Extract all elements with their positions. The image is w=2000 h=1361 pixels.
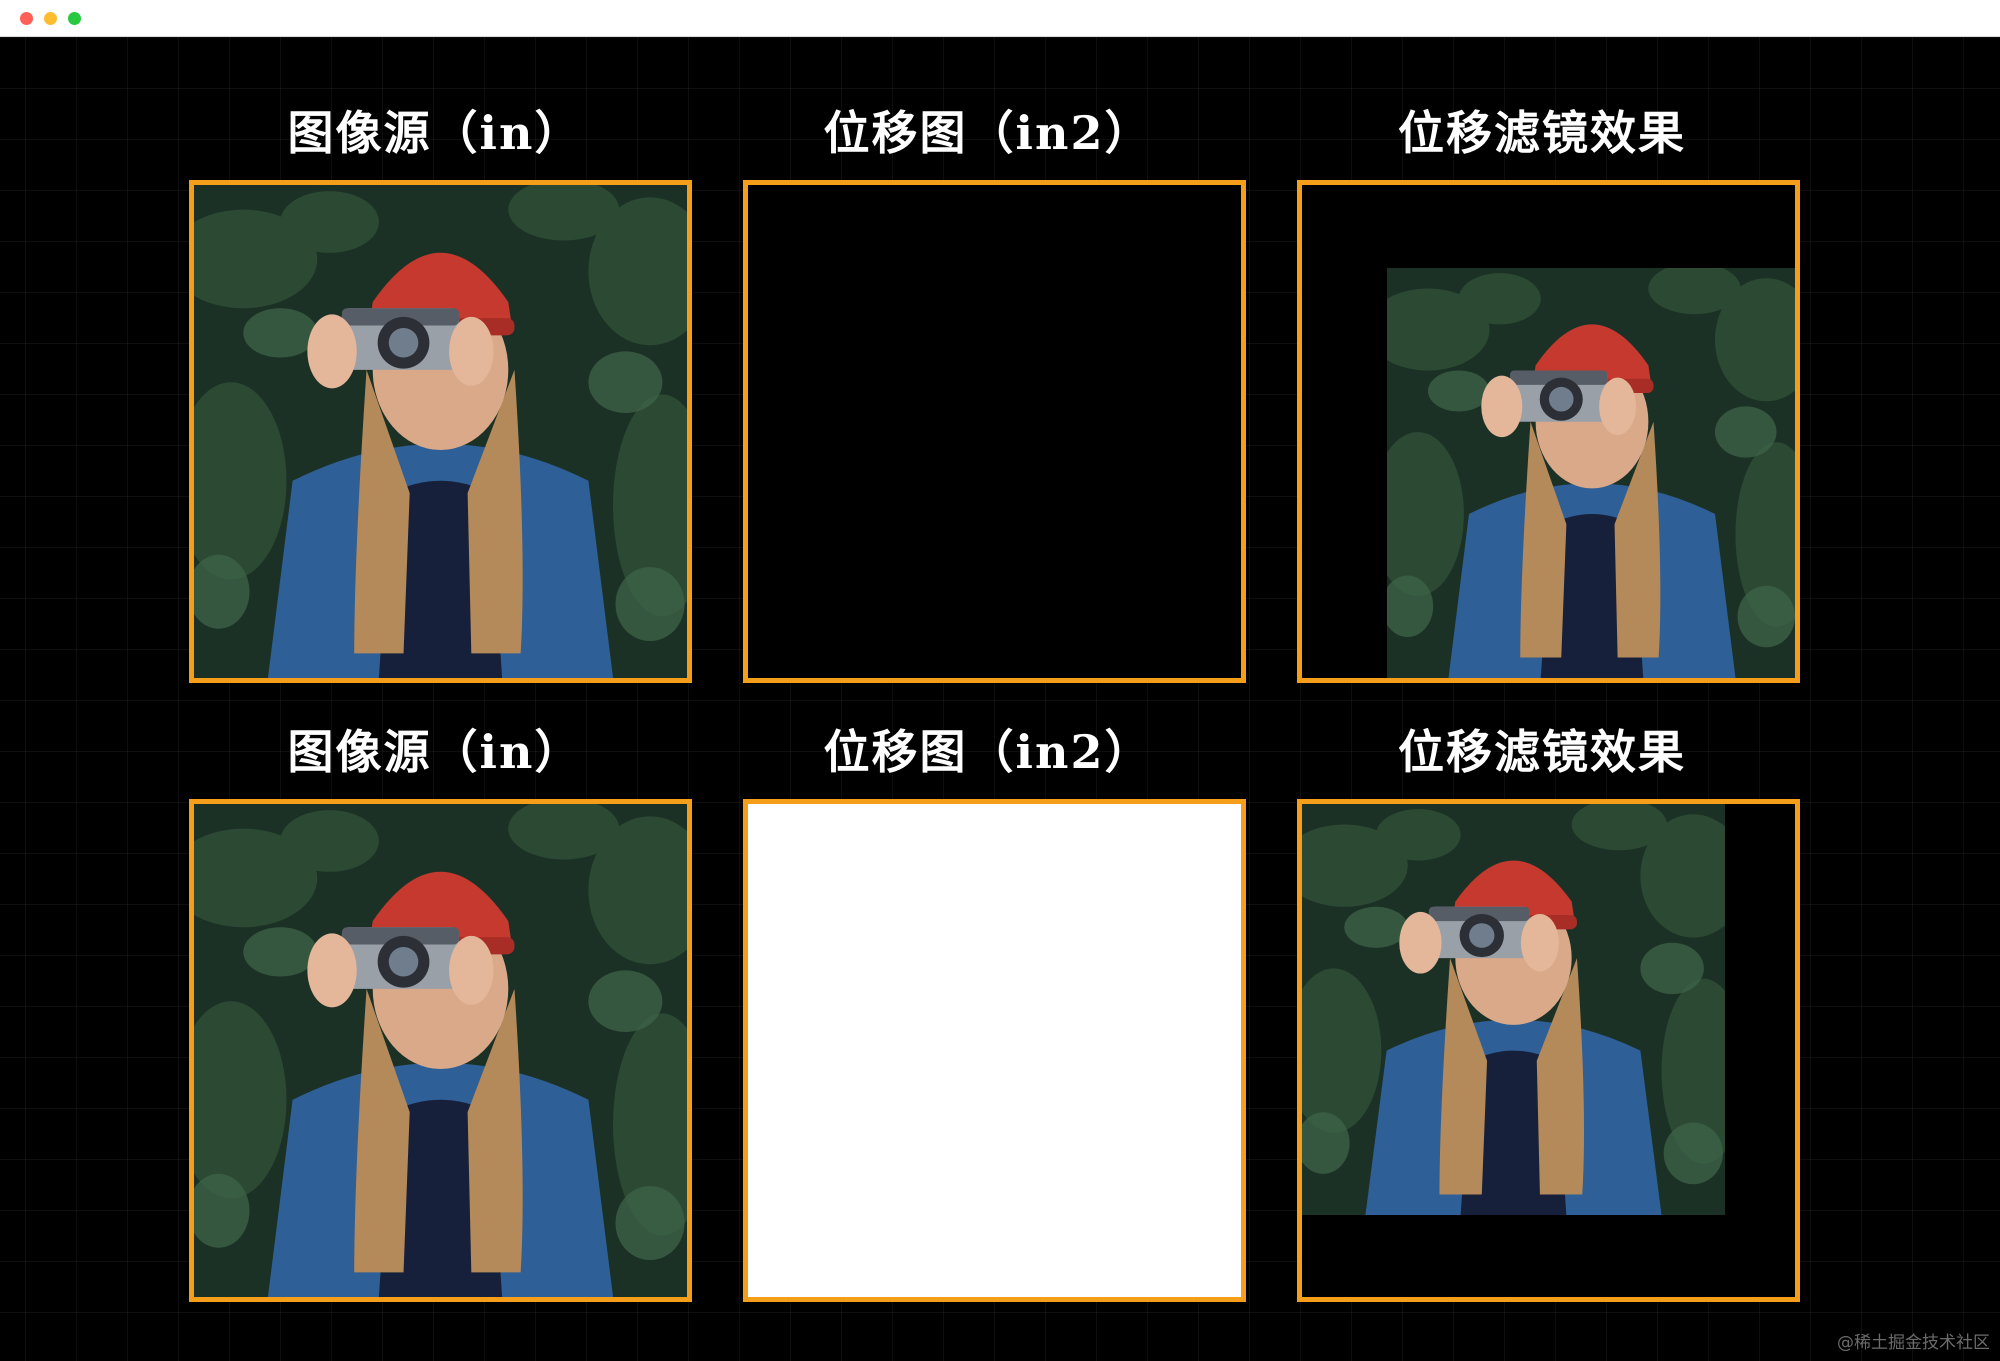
title-bar [0, 0, 2000, 37]
label-map-row1: 位移图（in2） [823, 106, 1153, 160]
label-source-row2: 图像源（in） [287, 725, 583, 779]
demo-canvas: 图像源（in） 位移图（in2） 位移滤镜效果 图像源（in） 位移图（in2）… [0, 37, 2000, 1361]
source-photo [194, 185, 687, 678]
maximize-button[interactable] [68, 12, 81, 25]
displaced-photo-row1 [1387, 268, 1797, 678]
label-result-row2: 位移滤镜效果 [1398, 725, 1686, 779]
source-image-frame-row2 [189, 799, 692, 1302]
label-source-row1: 图像源（in） [287, 106, 583, 160]
displacement-map-frame-black [743, 180, 1246, 683]
close-button[interactable] [20, 12, 33, 25]
watermark: @稀土掘金技术社区 [1837, 1333, 1990, 1353]
source-photo [194, 804, 687, 1297]
displacement-map-frame-white [743, 799, 1246, 1302]
minimize-button[interactable] [44, 12, 57, 25]
result-frame-row1 [1297, 180, 1800, 683]
result-frame-row2 [1297, 799, 1800, 1302]
app-window: 图像源（in） 位移图（in2） 位移滤镜效果 图像源（in） 位移图（in2）… [0, 0, 2000, 1361]
label-result-row1: 位移滤镜效果 [1398, 106, 1686, 160]
source-image-frame-row1 [189, 180, 692, 683]
displaced-photo-row2 [1302, 804, 1725, 1215]
label-map-row2: 位移图（in2） [823, 725, 1153, 779]
